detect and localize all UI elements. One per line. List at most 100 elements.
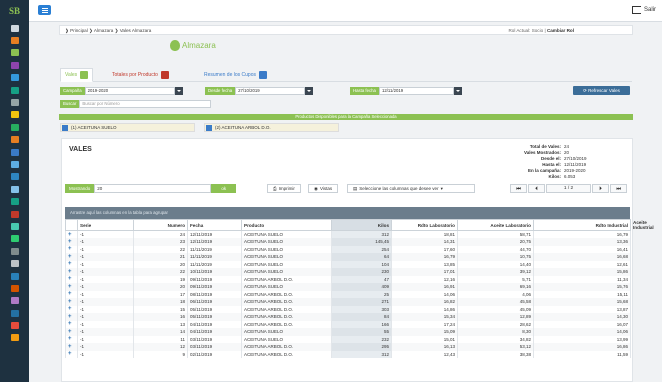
sidebar-item-building[interactable] xyxy=(0,195,29,207)
menu-toggle-button[interactable] xyxy=(38,5,51,15)
table-row[interactable]: + -1 20 09/11/2019 ACEITUNA SUELO 409 16,91 69,… xyxy=(65,283,631,291)
sidebar-item-chart-bar[interactable] xyxy=(0,171,29,183)
column-header[interactable]: Rdto Laboratorio xyxy=(391,219,458,231)
expand-row-icon[interactable]: + xyxy=(68,239,72,245)
sidebar-item-toolbox[interactable] xyxy=(0,295,29,307)
change-role-link[interactable]: Cambiar Rol xyxy=(547,28,574,33)
expand-row-icon[interactable]: + xyxy=(68,329,72,335)
chevron-down-icon[interactable] xyxy=(174,87,183,95)
sidebar-item-pen[interactable] xyxy=(0,158,29,170)
expand-row-icon[interactable]: + xyxy=(68,261,72,267)
expand-row-icon[interactable]: + xyxy=(68,344,72,350)
table-row[interactable]: + -1 9 02/11/2019 ACEITUNA ARBOL D.O. 312 12,4… xyxy=(65,350,631,358)
expand-row-icon[interactable]: + xyxy=(68,232,72,238)
table-row[interactable]: + -1 13 04/11/2019 ACEITUNA ARBOL D.O. 166 17,… xyxy=(65,320,631,328)
sidebar-item-printer[interactable] xyxy=(0,245,29,257)
column-header[interactable]: Aceite Laboratorio xyxy=(457,219,534,231)
chevron-down-icon[interactable] xyxy=(453,87,462,95)
breadcrumb-path[interactable]: ❱ Principal ❯ Almazara ❯ Vales Almazara xyxy=(65,28,151,34)
table-row[interactable]: + -1 20 11/11/2019 ACEITUNA SUELO 104 13,85 14,… xyxy=(65,260,631,268)
table-row[interactable]: + -1 21 11/11/2019 ACEITUNA SUELO 64 16,79 10,7… xyxy=(65,253,631,261)
sidebar-item-cloud[interactable] xyxy=(0,72,29,84)
sidebar-item-report[interactable] xyxy=(0,220,29,232)
checkbox-icon[interactable] xyxy=(206,124,212,131)
sidebar-item-tractor[interactable] xyxy=(0,307,29,319)
table-row[interactable]: + -1 18 06/11/2019 ACEITUNA ARBOL D.O. 271 16,… xyxy=(65,298,631,306)
sidebar-item-euro[interactable] xyxy=(0,134,29,146)
table-cell: 55 xyxy=(331,328,392,336)
tab-vales[interactable]: Vales xyxy=(60,68,94,82)
tab-resumen-cupos[interactable]: Resumen de los Cupos xyxy=(200,68,271,82)
from-date-input[interactable]: 27/10/2019 xyxy=(235,87,306,95)
expand-row-icon[interactable]: + xyxy=(68,314,72,320)
sidebar-item-file[interactable] xyxy=(0,146,29,158)
expand-row-icon[interactable]: + xyxy=(68,291,72,297)
first-page-button[interactable]: ⏮ xyxy=(510,184,527,193)
tab-totales-producto[interactable]: Totales por Producto xyxy=(108,68,173,82)
table-row[interactable]: + -1 15 05/11/2019 ACEITUNA ARBOL D.O. 303 14,… xyxy=(65,305,631,313)
expand-row-icon[interactable]: + xyxy=(68,336,72,342)
sidebar-item-grapes[interactable] xyxy=(0,59,29,71)
product-checkbox-2[interactable]: (2) ACEITUNA ARBOL D.O. xyxy=(204,123,339,132)
columns-select[interactable]: ▤ Seleccione las columnas que desee ver ▾ xyxy=(347,184,475,193)
sidebar-item-tag[interactable] xyxy=(0,109,29,121)
sidebar-item-tree[interactable] xyxy=(0,47,29,59)
sidebar-item-document[interactable] xyxy=(0,183,29,195)
table-row[interactable]: + -1 23 12/11/2019 ACEITUNA SUELO 145,45 14,31… xyxy=(65,238,631,246)
page-size-input[interactable]: 20 xyxy=(94,184,212,193)
campaign-select[interactable]: 2019-2020 xyxy=(84,87,175,95)
to-date-input[interactable]: 12/11/2019 xyxy=(378,87,454,95)
table-row[interactable]: + -1 22 10/11/2019 ACEITUNA SUELO 230 17,01 39,… xyxy=(65,268,631,276)
column-header[interactable]: Producto xyxy=(241,219,332,231)
product-checkbox-1[interactable]: (1) ACEITUNA SUELO xyxy=(60,123,195,132)
table-row[interactable]: + -1 11 03/11/2019 ACEITUNA SUELO 232 15,01 34,… xyxy=(65,335,631,343)
sidebar-item-landscape[interactable] xyxy=(0,34,29,46)
chevron-down-icon[interactable] xyxy=(305,87,314,95)
table-row[interactable]: + -1 19 09/11/2019 ACEITUNA ARBOL D.O. 47 12,1… xyxy=(65,275,631,283)
column-header[interactable]: Numero xyxy=(133,219,188,231)
views-button[interactable]: ◉ Vistas xyxy=(308,184,339,193)
sidebar-item-chart-line[interactable] xyxy=(0,84,29,96)
last-page-button[interactable]: ⏭ xyxy=(610,184,627,193)
sidebar-item-camera[interactable] xyxy=(0,257,29,269)
sidebar-item-chart[interactable] xyxy=(0,270,29,282)
sidebar-item-tree-green[interactable] xyxy=(0,121,29,133)
table-row[interactable]: + -1 12 03/11/2019 ACEITUNA ARBOL D.O. 295 16,… xyxy=(65,343,631,351)
sidebar-item-car[interactable] xyxy=(0,332,29,344)
expand-row-icon[interactable]: + xyxy=(68,321,72,327)
table-row[interactable]: + -1 14 04/11/2019 ACEITUNA SUELO 55 15,09 8,30… xyxy=(65,328,631,336)
refresh-button[interactable]: ⟳ Refrescar Vales xyxy=(573,86,630,95)
expand-row-icon[interactable]: + xyxy=(68,351,72,357)
next-page-button[interactable]: ⏵ xyxy=(592,184,609,193)
page-size-control: Mostrando 20 ok xyxy=(65,184,237,193)
page-size-ok-button[interactable]: ok xyxy=(211,184,237,193)
group-drop-zone[interactable]: Arrastre aquí las columnas en la tabla p… xyxy=(65,207,630,219)
column-header[interactable]: Kilos xyxy=(331,219,392,231)
table-row[interactable]: + -1 16 05/11/2019 ACEITUNA ARBOL D.O. 84 15,3… xyxy=(65,313,631,321)
expand-row-icon[interactable]: + xyxy=(68,269,72,275)
sidebar-item-factory[interactable] xyxy=(0,282,29,294)
column-header[interactable]: Fecha xyxy=(187,219,242,231)
column-header[interactable]: Rdto Industrial xyxy=(533,219,631,231)
table-row[interactable]: + -1 22 11/11/2019 ACEITUNA SUELO 254 17,60 44,… xyxy=(65,245,631,253)
sidebar-item-calendar[interactable] xyxy=(0,208,29,220)
expand-row-icon[interactable]: + xyxy=(68,246,72,252)
sidebar-item-wrench[interactable] xyxy=(0,96,29,108)
expand-row-icon[interactable]: + xyxy=(68,284,72,290)
expand-row-icon[interactable]: + xyxy=(68,299,72,305)
expand-row-icon[interactable]: + xyxy=(68,254,72,260)
expand-row-icon[interactable]: + xyxy=(68,276,72,282)
app-logo[interactable]: SB xyxy=(0,0,29,22)
print-button[interactable]: ⎙ Imprimir xyxy=(267,184,301,193)
table-row[interactable]: + -1 24 12/11/2019 ACEITUNA SUELO 312 18,81 58,… xyxy=(65,230,631,238)
table-row[interactable]: + -1 17 08/11/2019 ACEITUNA ARBOL D.O. 25 14,0… xyxy=(65,290,631,298)
sidebar-item-badge[interactable] xyxy=(0,233,29,245)
checkbox-icon[interactable] xyxy=(62,124,68,131)
column-header[interactable]: Serie xyxy=(77,219,134,231)
logout-button[interactable]: Salir xyxy=(631,6,656,14)
sidebar-item-tools[interactable] xyxy=(0,319,29,331)
prev-page-button[interactable]: ⏴ xyxy=(528,184,545,193)
sidebar-item-home[interactable] xyxy=(0,22,29,34)
expand-row-icon[interactable]: + xyxy=(68,306,72,312)
search-input[interactable]: Buscar por Número xyxy=(79,100,212,108)
